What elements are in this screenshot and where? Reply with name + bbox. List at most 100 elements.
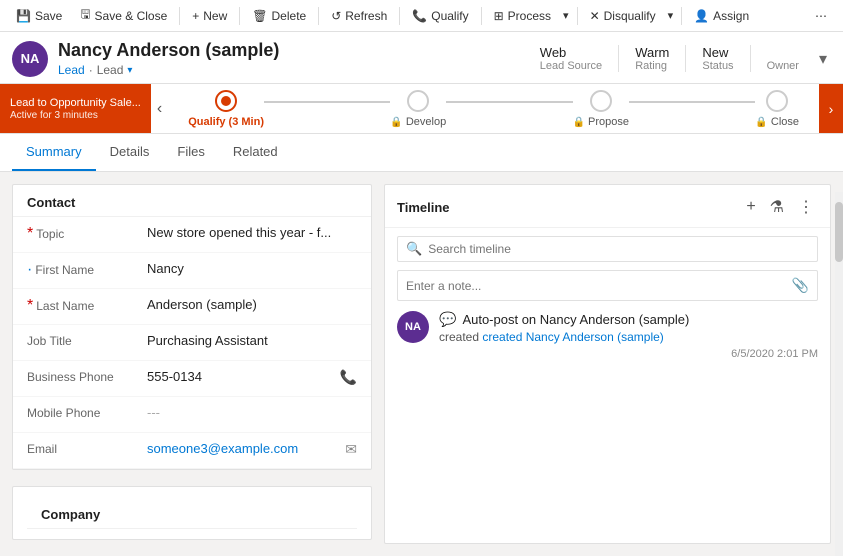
firstname-optional-dot: · <box>27 262 32 278</box>
toolbar: 💾 Save 🖫 Save & Close + New 🗑 Delete ↺ R… <box>0 0 843 32</box>
entry-record-link[interactable]: created Nancy Anderson (sample) <box>482 330 663 344</box>
divider-1 <box>179 7 180 25</box>
tab-related[interactable]: Related <box>219 134 292 171</box>
value-businessphone[interactable]: 555-0134 <box>147 369 340 384</box>
field-source-value: Web <box>540 45 567 60</box>
process-button[interactable]: ⊞ Process <box>486 5 559 27</box>
timeline-filter-button[interactable]: ⚗ <box>766 195 788 219</box>
more-options-button[interactable]: ⋯ <box>807 5 835 27</box>
divider-6 <box>577 7 578 25</box>
value-mobilephone[interactable]: --- <box>147 405 357 420</box>
refresh-button[interactable]: ↺ Refresh <box>323 5 395 27</box>
divider-5 <box>481 7 482 25</box>
disqualify-dropdown-button[interactable]: ▾ <box>664 5 678 26</box>
label-lastname: * Last Name <box>27 297 147 314</box>
disqualify-group: ✕ Disqualify ▾ <box>582 5 678 27</box>
value-lastname[interactable]: Anderson (sample) <box>147 297 357 312</box>
contact-card: Contact * Topic New store opened this ye… <box>12 184 372 470</box>
qualify-icon: 📞 <box>412 9 427 23</box>
topic-required-dot: * <box>27 226 33 242</box>
timeline-add-button[interactable]: + <box>742 195 759 219</box>
save-close-button[interactable]: 🖫 Save & Close <box>72 1 175 30</box>
contact-section-title: Contact <box>13 185 371 217</box>
more-icon: ⋯ <box>815 9 827 23</box>
header-field-owner: Owner <box>751 45 815 72</box>
stage-step-propose[interactable]: 🔒 Propose <box>573 90 629 128</box>
stage-line-1 <box>264 101 390 103</box>
stage-step-close[interactable]: 🔒 Close <box>755 90 799 128</box>
stage-step-develop[interactable]: 🔒 Develop <box>390 90 446 128</box>
stage-label-qualify: Qualify (3 Min) <box>188 116 264 128</box>
value-firstname[interactable]: Nancy <box>147 261 357 276</box>
tab-details[interactable]: Details <box>96 134 164 171</box>
field-owner-value <box>767 45 797 60</box>
qualify-button[interactable]: 📞 Qualify <box>404 5 476 27</box>
subtitle-type: Lead <box>97 63 124 77</box>
stage-circle-qualify <box>215 90 237 112</box>
company-section-title: Company <box>27 497 357 529</box>
label-topic: * Topic <box>27 225 147 242</box>
divider-2 <box>239 7 240 25</box>
stage-nav-prev-button[interactable]: ‹ <box>151 84 168 133</box>
tab-files[interactable]: Files <box>163 134 218 171</box>
value-jobtitle[interactable]: Purchasing Assistant <box>147 333 357 348</box>
company-card: Company <box>12 486 372 540</box>
stage-promo-banner[interactable]: Lead to Opportunity Sale... Active for 3… <box>0 84 151 133</box>
assign-icon: 👤 <box>694 9 709 23</box>
tab-bar: Summary Details Files Related <box>0 134 843 172</box>
avatar: NA <box>12 41 48 77</box>
divider-7 <box>681 7 682 25</box>
stage-nav-next-button[interactable]: › <box>819 84 843 133</box>
value-email[interactable]: someone3@example.com <box>147 441 345 456</box>
timeline-note-input[interactable] <box>406 279 792 293</box>
tab-summary[interactable]: Summary <box>12 134 96 171</box>
subtitle-separator: · <box>89 63 93 77</box>
field-status-value: New <box>702 45 728 60</box>
field-source-label: Lead Source <box>540 60 602 72</box>
timeline-search-input[interactable] <box>428 242 809 256</box>
timeline-title: Timeline <box>397 200 742 215</box>
divider-3 <box>318 7 319 25</box>
search-icon: 🔍 <box>406 241 422 257</box>
lastname-required-dot: * <box>27 298 33 314</box>
phone-action-icon[interactable]: 📞 <box>340 369 357 386</box>
timeline-more-button[interactable]: ⋮ <box>794 195 818 219</box>
stage-steps: Qualify (3 Min) 🔒 Develop 🔒 Propose 🔒 Cl… <box>168 84 819 133</box>
attachment-icon[interactable]: 📎 <box>792 277 809 294</box>
stage-label-close: 🔒 Close <box>755 116 799 128</box>
field-topic: * Topic New store opened this year - f..… <box>13 217 371 253</box>
save-icon: 💾 <box>16 9 31 23</box>
delete-button[interactable]: 🗑 Delete <box>244 5 314 27</box>
assign-button[interactable]: 👤 Assign <box>686 5 757 27</box>
header-expand-button[interactable]: ▾ <box>815 45 831 73</box>
timeline-search-container: 🔍 <box>397 236 818 262</box>
stage-circle-close <box>766 90 788 112</box>
subtitle-lead-link[interactable]: Lead <box>58 63 85 77</box>
record-title: Nancy Anderson (sample) <box>58 40 279 61</box>
label-mobilephone: Mobile Phone <box>27 405 147 420</box>
save-button[interactable]: 💾 Save <box>8 5 70 27</box>
email-action-icon[interactable]: ✉ <box>345 441 357 458</box>
stage-line-3 <box>629 101 755 103</box>
header-field-source: Web Lead Source <box>524 45 619 72</box>
stage-promo-subtitle: Active for 3 minutes <box>10 110 141 121</box>
disqualify-button[interactable]: ✕ Disqualify <box>582 5 664 27</box>
header-fields: Web Lead Source Warm Rating New Status O… <box>524 45 831 73</box>
stage-step-qualify[interactable]: Qualify (3 Min) <box>188 90 264 128</box>
new-icon: + <box>192 9 199 23</box>
label-jobtitle: Job Title <box>27 333 147 348</box>
divider-4 <box>399 7 400 25</box>
process-dropdown-button[interactable]: ▾ <box>559 5 573 26</box>
subtitle-dropdown-icon[interactable]: ▾ <box>127 65 132 76</box>
stage-promo-content: Lead to Opportunity Sale... Active for 3… <box>10 96 141 121</box>
disqualify-icon: ✕ <box>590 9 600 23</box>
entry-content: 💬 Auto-post on Nancy Anderson (sample) c… <box>439 311 818 360</box>
develop-lock-icon: 🔒 <box>390 117 402 128</box>
timeline-entries: NA 💬 Auto-post on Nancy Anderson (sample… <box>385 301 830 543</box>
new-button[interactable]: + New <box>184 5 235 27</box>
value-topic[interactable]: New store opened this year - f... <box>147 225 357 240</box>
delete-icon: 🗑 <box>252 9 267 23</box>
stage-promo-title: Lead to Opportunity Sale... <box>10 96 141 110</box>
entry-avatar: NA <box>397 311 429 343</box>
header-field-rating: Warm Rating <box>619 45 686 72</box>
